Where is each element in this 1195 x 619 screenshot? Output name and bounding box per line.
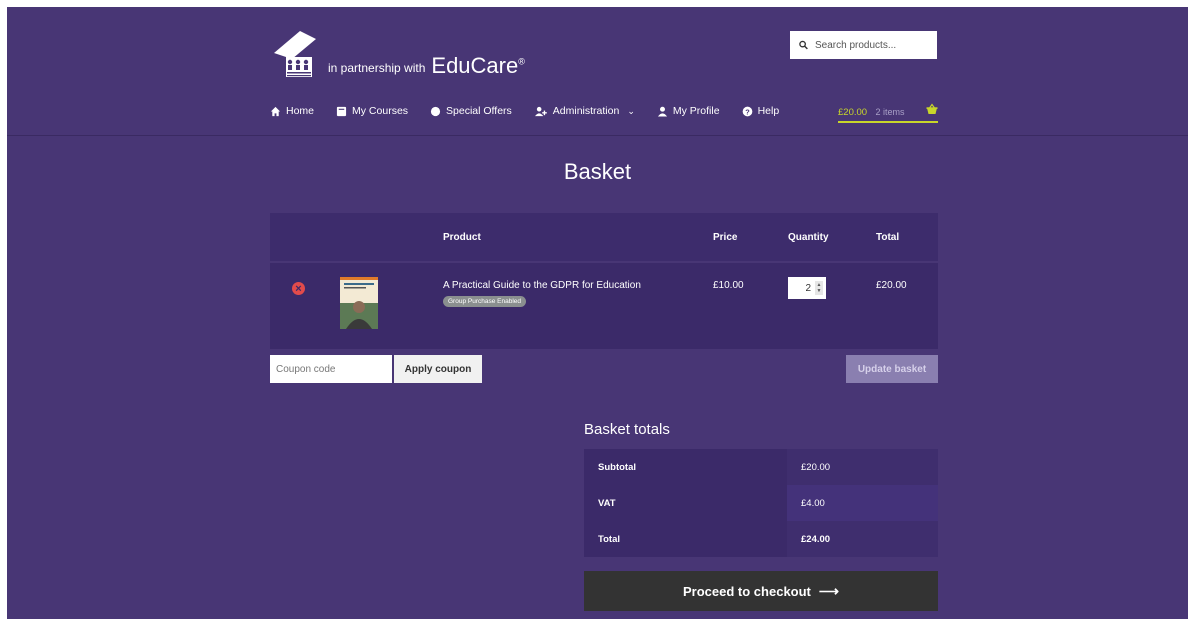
basket-icon <box>926 102 938 120</box>
nav-label-my-courses: My Courses <box>352 105 409 117</box>
home-icon <box>270 106 281 117</box>
total-value: £24.00 <box>787 521 938 557</box>
quantity-cell: 2 ▲ ▼ <box>788 263 876 349</box>
group-purchase-badge: Group Purchase Enabled <box>443 296 526 307</box>
quantity-stepper[interactable]: 2 ▲ ▼ <box>788 277 826 299</box>
price-column-header: Price <box>713 213 788 261</box>
coupon-code-input[interactable] <box>270 355 392 383</box>
brand-name: EduCare® <box>431 53 525 78</box>
total-row: Total £24.00 <box>584 521 938 557</box>
vat-row: VAT £4.00 <box>584 485 938 521</box>
header-cart[interactable]: £20.00 2 items <box>838 101 938 123</box>
vat-value: £4.00 <box>787 485 938 521</box>
spinner-arrows-icon[interactable]: ▲ ▼ <box>815 281 823 295</box>
cart-count: 2 items <box>875 107 905 117</box>
thumbnail-column-header <box>340 213 443 261</box>
product-column-header: Product <box>443 213 713 261</box>
cart-summary: £20.00 2 items <box>838 102 905 120</box>
price-cell: £10.00 <box>713 263 788 349</box>
nav-item-help[interactable]: ? Help <box>742 105 780 117</box>
thumbnail-cell <box>340 263 443 349</box>
users-icon <box>534 106 548 117</box>
circle-icon <box>430 106 441 117</box>
vat-label: VAT <box>584 485 787 521</box>
page-frame: in partnership with EduCare® Home My C <box>7 7 1188 619</box>
total-column-header: Total <box>876 213 938 261</box>
book-icon <box>336 106 347 117</box>
product-name-link[interactable]: A Practical Guide to the GDPR for Educat… <box>443 280 713 291</box>
update-basket-button[interactable]: Update basket <box>846 355 938 383</box>
basket-table: Product Price Quantity Total × A Practic… <box>270 213 938 349</box>
item-price: £10.00 <box>713 280 744 291</box>
help-icon: ? <box>742 106 753 117</box>
site-logo[interactable]: in partnership with EduCare® <box>272 29 525 79</box>
nav-label-help: Help <box>757 105 780 117</box>
site-header: in partnership with EduCare® Home My C <box>7 7 1188 136</box>
item-total: £20.00 <box>876 280 907 291</box>
page-title: Basket <box>563 159 632 184</box>
pre-school-badge <box>272 29 322 79</box>
subtotal-row: Subtotal £20.00 <box>584 449 938 485</box>
arrow-right-icon: ⟶ <box>818 582 839 599</box>
product-cell: A Practical Guide to the GDPR for Educat… <box>443 263 713 349</box>
apply-coupon-button[interactable]: Apply coupon <box>394 355 482 383</box>
remove-column-header <box>270 213 340 261</box>
main-nav: Home My Courses Special Offers Administr… <box>270 105 801 117</box>
basket-totals-title: Basket totals <box>584 421 670 438</box>
user-icon <box>657 106 668 117</box>
quantity-column-header: Quantity <box>788 213 876 261</box>
checkout-label: Proceed to checkout <box>683 583 811 599</box>
quantity-value: 2 <box>805 282 811 294</box>
product-thumbnail[interactable] <box>340 277 378 329</box>
nav-label-home: Home <box>286 105 315 117</box>
total-label: Total <box>584 521 787 557</box>
nav-item-special-offers[interactable]: Special Offers <box>430 105 512 117</box>
search-input[interactable] <box>813 38 937 52</box>
partner-text: in partnership with <box>328 61 426 75</box>
remove-item-icon[interactable]: × <box>292 282 305 295</box>
chevron-down-icon: ⌄ <box>627 105 635 116</box>
nav-label-special-offers: Special Offers <box>446 105 512 117</box>
basket-header-row: Product Price Quantity Total <box>270 213 938 261</box>
nav-label-my-profile: My Profile <box>672 105 720 117</box>
nav-item-administration[interactable]: Administration ⌄ <box>534 105 635 117</box>
nav-label-administration: Administration <box>552 105 620 117</box>
proceed-to-checkout-button[interactable]: Proceed to checkout ⟶ <box>584 571 938 611</box>
search-box[interactable] <box>790 31 937 59</box>
basket-totals-table: Subtotal £20.00 VAT £4.00 Total £24.00 <box>584 449 938 557</box>
subtotal-value: £20.00 <box>787 449 938 485</box>
nav-item-home[interactable]: Home <box>270 105 314 117</box>
nav-item-my-profile[interactable]: My Profile <box>657 105 720 117</box>
subtotal-label: Subtotal <box>584 449 787 485</box>
remove-cell: × <box>270 263 340 349</box>
total-cell: £20.00 <box>876 263 938 349</box>
nav-item-my-courses[interactable]: My Courses <box>336 105 408 117</box>
cart-amount: £20.00 <box>838 107 868 118</box>
search-icon <box>799 40 808 50</box>
table-row: × A Practical Guide to the GDPR for Educ… <box>270 263 938 349</box>
svg-text:?: ? <box>745 107 750 116</box>
